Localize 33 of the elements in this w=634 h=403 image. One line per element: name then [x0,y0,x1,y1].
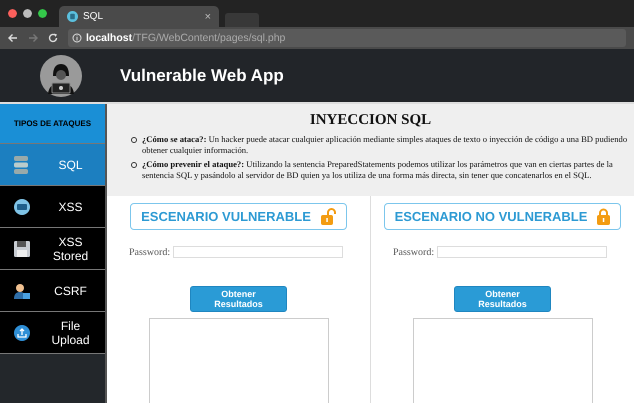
info-paragraph: ¿Cómo prevenir el ataque?: Utilizando la sentencia PreparedStatements podemos utilizar los parámetros que van en ciertas partes de la sentencia SQL y pasándolo al servidor de BD quien ya los utiliza de una forma más directa, sin tener que concatenarlos en el SQL. [142,159,614,181]
code-window-icon [14,198,30,214]
info-paragraph: ¿Cómo se ataca?: Un hacker puede atacar cualquier aplicación mediante simples ataques de texto o inyección de código a una BD pudiendo obtener cualquier información. [142,134,628,156]
user-icon [14,282,30,298]
sidebar-item[interactable]: XSS [0,186,105,228]
close-window-icon[interactable] [8,9,17,18]
upload-icon [14,324,30,340]
maximize-window-icon[interactable] [38,9,47,18]
reload-icon[interactable] [48,33,58,43]
hacker-logo-icon [39,54,83,98]
sidebar-heading: TIPOS DE ATAQUES [0,104,105,144]
password-label: Password: [129,246,170,258]
section-title: INYECCION SQL [308,112,432,129]
bullet-icon [131,137,137,143]
app-title: Vulnerable Web App [120,66,284,86]
sidebar-item[interactable]: XSS Stored [0,228,105,270]
password-field[interactable] [173,246,344,258]
database-icon [14,156,28,174]
password-label: Password: [393,246,434,258]
close-tab-button[interactable]: × [204,10,211,22]
sidebar-item[interactable]: CSRF [0,270,105,312]
scenario-title: ESCENARIO VULNERABLE [141,209,311,224]
address-bar[interactable]: localhost/TFG/WebContent/pages/sql.php [68,29,626,47]
sidebar-item[interactable]: SQL [0,144,105,186]
sidebar-item[interactable]: File Upload [0,312,105,354]
favicon-icon [67,11,78,22]
password-field[interactable] [437,246,608,258]
info-icon[interactable] [72,33,82,43]
browser-tab[interactable]: SQL × [59,6,219,27]
scenario-title: ESCENARIO NO VULNERABLE [394,209,588,224]
back-icon[interactable] [8,33,18,43]
bullet-icon [131,162,137,168]
minimize-window-icon[interactable] [23,9,32,18]
